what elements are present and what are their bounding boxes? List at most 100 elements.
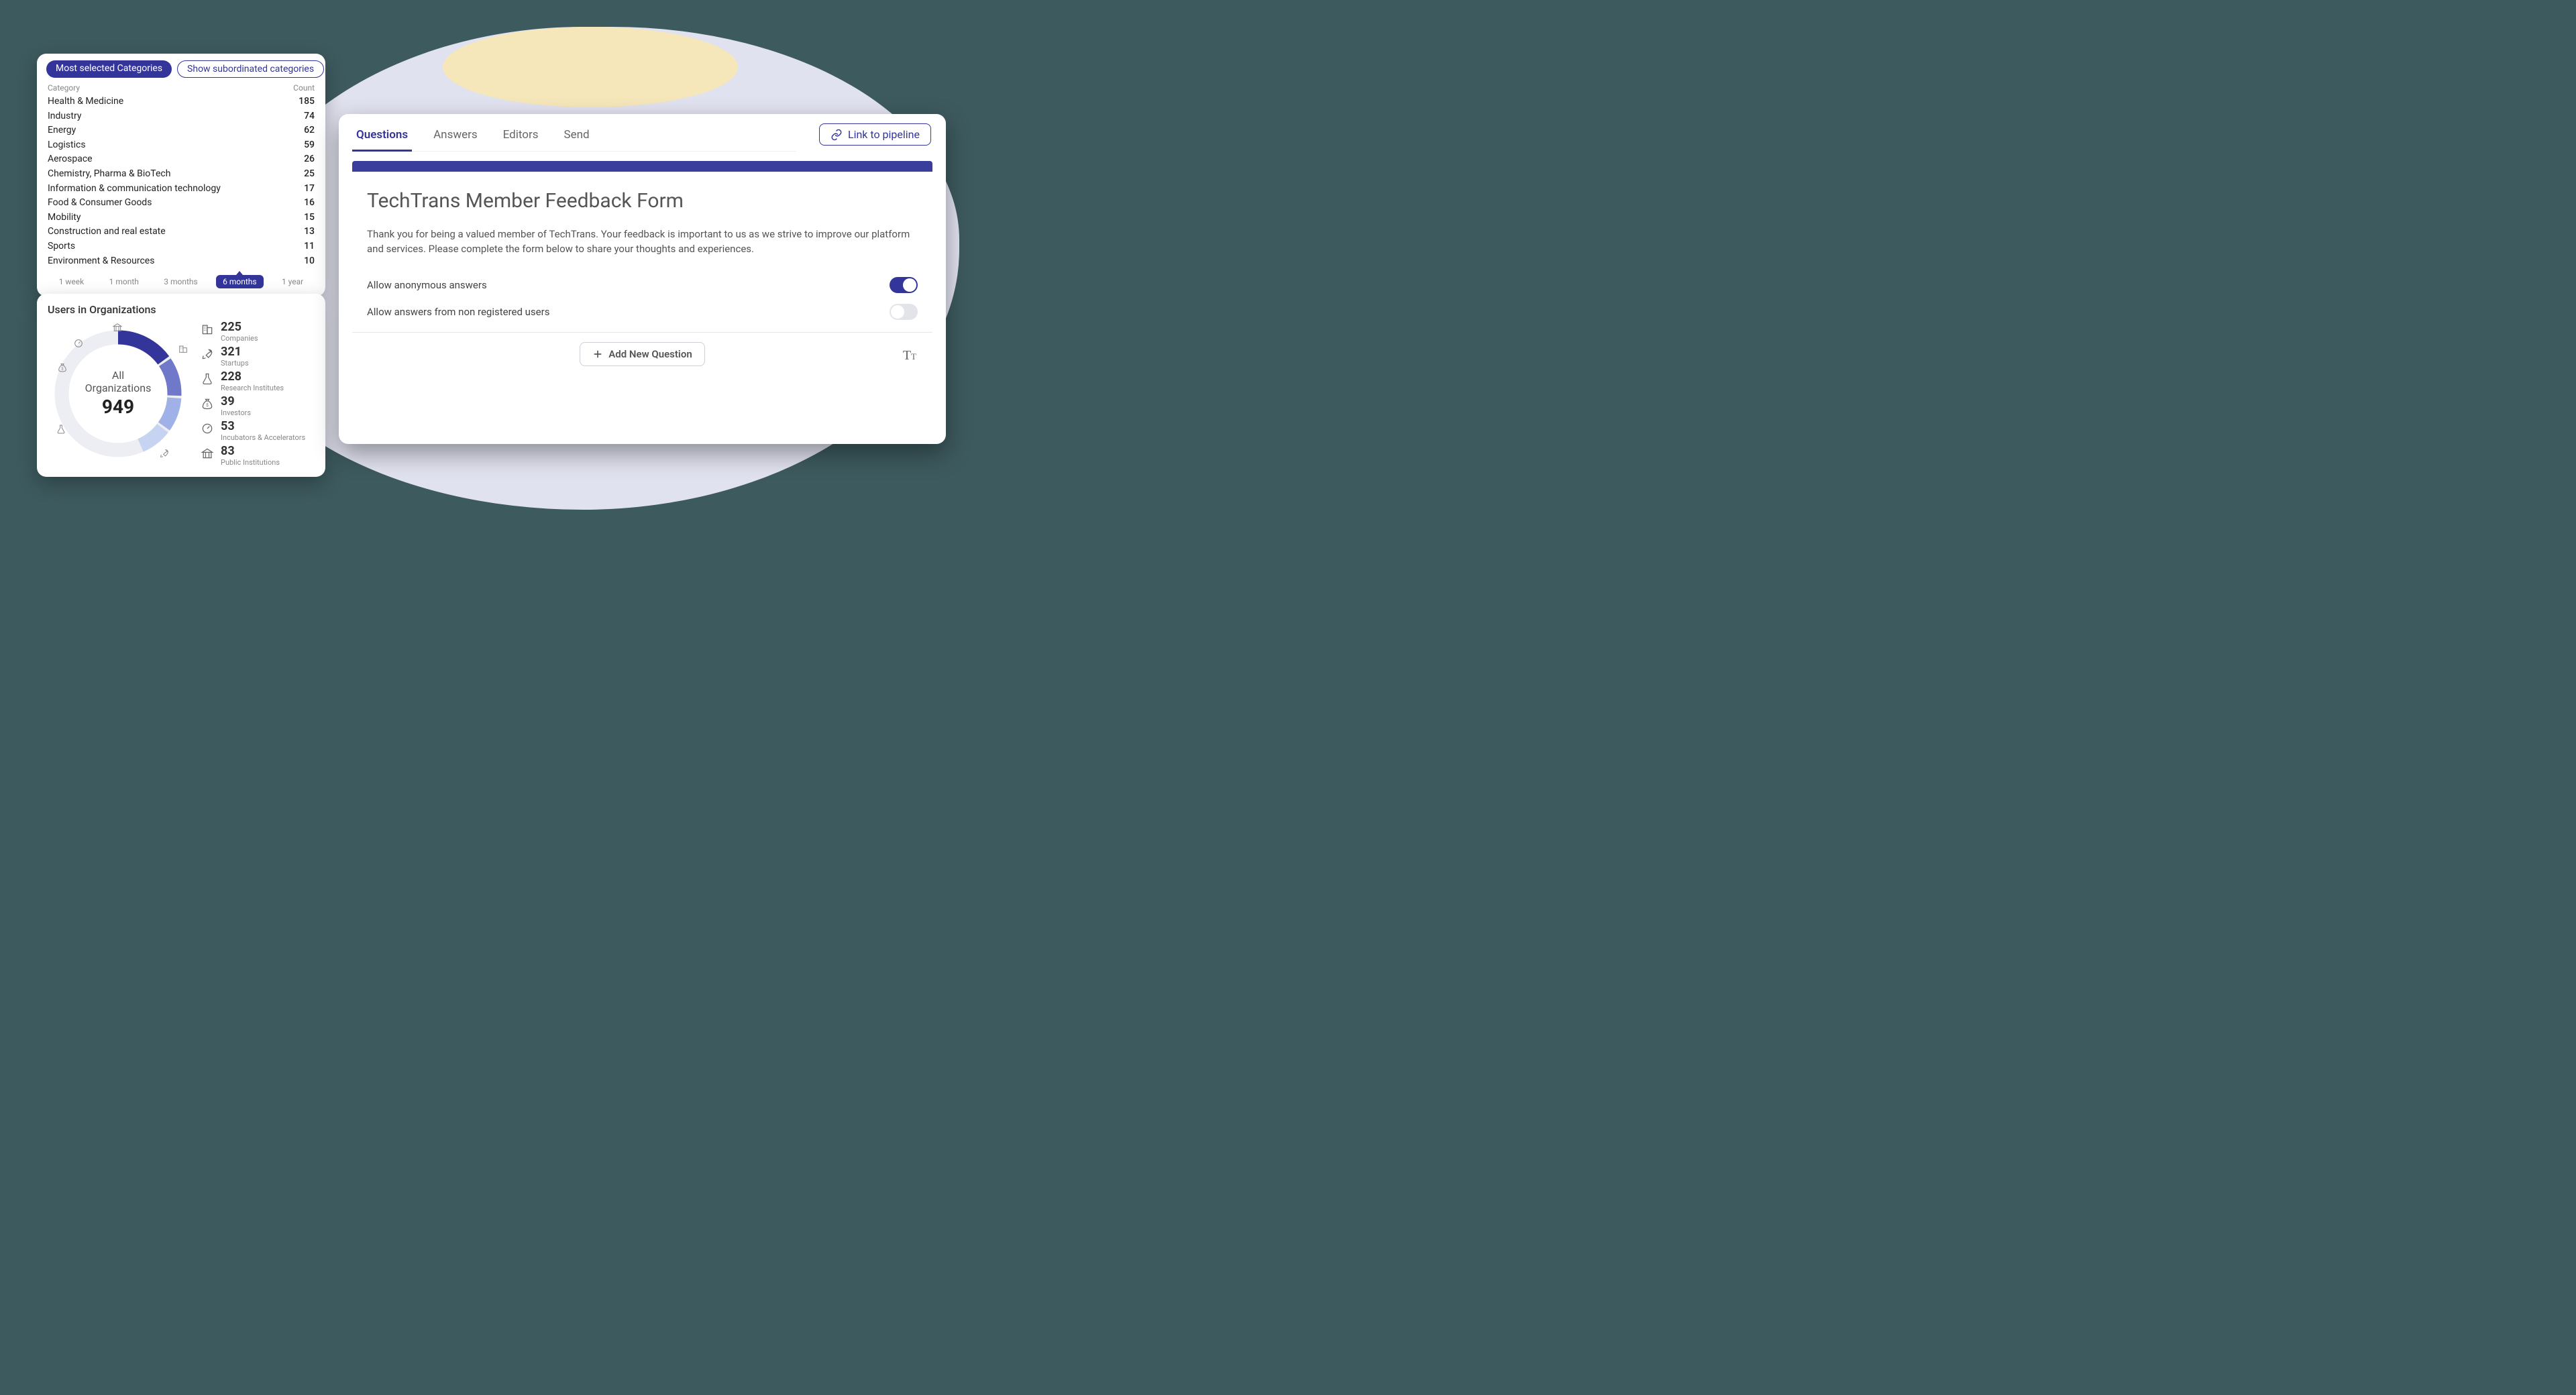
categories-header-right: Count — [293, 83, 315, 93]
category-row: Energy 62 — [46, 123, 316, 138]
toggle-switch[interactable] — [890, 304, 918, 320]
category-row: Environment & Resources 10 — [46, 254, 316, 269]
orgs-title: Users in Organizations — [48, 303, 315, 316]
toggle-row: Allow answers from non registered users — [367, 298, 918, 325]
org-stat-value: 225 — [221, 321, 258, 333]
category-row: Chemistry, Pharma & BioTech 25 — [46, 167, 316, 182]
category-count: 26 — [304, 153, 315, 166]
org-stat: 53Incubators & Accelerators — [201, 421, 305, 441]
toggle-label: Allow answers from non registered users — [367, 306, 549, 318]
orgs-card: Users in Organizations All Organizations… — [37, 294, 325, 477]
category-label: Energy — [48, 124, 76, 137]
org-stat-label: Public Institutions — [221, 459, 280, 466]
categories-header-left: Category — [48, 83, 80, 93]
moneybag-icon: $ — [57, 362, 68, 373]
form-card: Questions Answers Editors Send Link to pipe… — [339, 114, 946, 444]
form-description: Thank you for being a valued member of T… — [367, 227, 918, 257]
donut-label-b: Organizations — [85, 382, 152, 394]
org-stat-label: Research Institutes — [221, 384, 284, 392]
category-count: 74 — [304, 110, 315, 123]
org-stat: 83 Public Institutions — [201, 445, 305, 466]
tab-answers[interactable]: Answers — [431, 124, 480, 151]
category-row: Construction and real estate 13 — [46, 225, 316, 239]
category-count: 59 — [304, 139, 315, 152]
add-question-label: Add New Question — [608, 348, 692, 360]
category-row: Industry 74 — [46, 109, 316, 124]
org-stat-value: 83 — [221, 445, 280, 457]
add-question-button[interactable]: Add New Question — [580, 342, 704, 366]
rocket-icon — [201, 347, 214, 361]
toggle-label: Allow anonymous answers — [367, 279, 487, 291]
category-count: 185 — [299, 95, 315, 109]
time-range-6-months[interactable]: 6 months — [216, 275, 263, 288]
category-row: Mobility 15 — [46, 211, 316, 225]
org-stat-value: 39 — [221, 396, 251, 408]
category-count: 10 — [304, 255, 315, 268]
category-row: Aerospace 26 — [46, 152, 316, 167]
govt-icon — [112, 322, 123, 333]
time-range-1-year[interactable]: 1 year — [275, 275, 310, 288]
flask-icon — [201, 372, 214, 386]
categories-header: Category Count — [46, 83, 316, 95]
category-count: 15 — [304, 211, 315, 225]
form-accent-bar — [352, 161, 932, 172]
category-label: Environment & Resources — [48, 255, 154, 268]
category-count: 17 — [304, 182, 315, 196]
org-stat-label: Incubators & Accelerators — [221, 434, 305, 441]
org-stat: 225 Companies — [201, 321, 305, 342]
gauge-icon — [73, 338, 84, 349]
svg-text:$: $ — [62, 366, 64, 371]
org-stat-label: Companies — [221, 335, 258, 342]
time-range-1-week[interactable]: 1 week — [52, 275, 91, 288]
org-stat-value: 228 — [221, 371, 284, 383]
category-label: Construction and real estate — [48, 225, 166, 239]
plus-icon — [592, 349, 603, 359]
tab-editors[interactable]: Editors — [500, 124, 541, 151]
category-label: Industry — [48, 110, 81, 123]
category-label: Aerospace — [48, 153, 93, 166]
tab-send[interactable]: Send — [561, 124, 592, 151]
categories-card: Most selected Categories Show subordinat… — [37, 54, 325, 296]
category-label: Sports — [48, 240, 75, 254]
donut-label-a: All — [112, 370, 124, 382]
moneybag-icon: $ — [201, 397, 214, 410]
category-count: 25 — [304, 168, 315, 181]
govt-icon — [201, 447, 214, 460]
text-size-icon[interactable]: TT — [903, 348, 916, 364]
category-label: Health & Medicine — [48, 95, 123, 109]
tab-questions[interactable]: Questions — [354, 124, 411, 151]
category-label: Chemistry, Pharma & BioTech — [48, 168, 170, 181]
org-stat: 228Research Institutes — [201, 371, 305, 392]
category-label: Logistics — [48, 139, 86, 152]
categories-pill-active[interactable]: Most selected Categories — [46, 60, 172, 78]
link-icon — [830, 129, 843, 141]
category-count: 16 — [304, 197, 315, 210]
time-range-1-month[interactable]: 1 month — [103, 275, 146, 288]
category-label: Mobility — [48, 211, 81, 225]
toggle-switch[interactable] — [890, 277, 918, 293]
categories-pill-subordinated[interactable]: Show subordinated categories — [177, 60, 324, 78]
category-count: 62 — [304, 124, 315, 137]
org-stat-label: Startups — [221, 359, 249, 367]
category-count: 11 — [304, 240, 315, 254]
link-to-pipeline-label: Link to pipeline — [848, 128, 920, 141]
category-row: Health & Medicine 185 — [46, 95, 316, 109]
org-stat-value: 321 — [221, 346, 249, 358]
category-row: Food & Consumer Goods16 — [46, 196, 316, 211]
orgs-donut: All Organizations 949 $ — [48, 323, 189, 464]
org-stat: 321Startups — [201, 346, 305, 367]
toggle-row: Allow anonymous answers — [367, 272, 918, 298]
gauge-icon — [201, 422, 214, 435]
category-count: 13 — [304, 225, 315, 239]
building-icon — [178, 343, 189, 354]
org-stat-value: 53 — [221, 421, 305, 433]
category-row: Logistics 59 — [46, 138, 316, 153]
svg-text:$: $ — [206, 402, 209, 408]
org-stat-label: Investors — [221, 409, 251, 416]
org-stat: $39Investors — [201, 396, 305, 416]
category-row: Information & communication technology17 — [46, 182, 316, 197]
link-to-pipeline-button[interactable]: Link to pipeline — [819, 123, 931, 146]
category-row: Sports 11 — [46, 239, 316, 254]
time-range-3-months[interactable]: 3 months — [157, 275, 204, 288]
flask-icon — [56, 424, 66, 435]
